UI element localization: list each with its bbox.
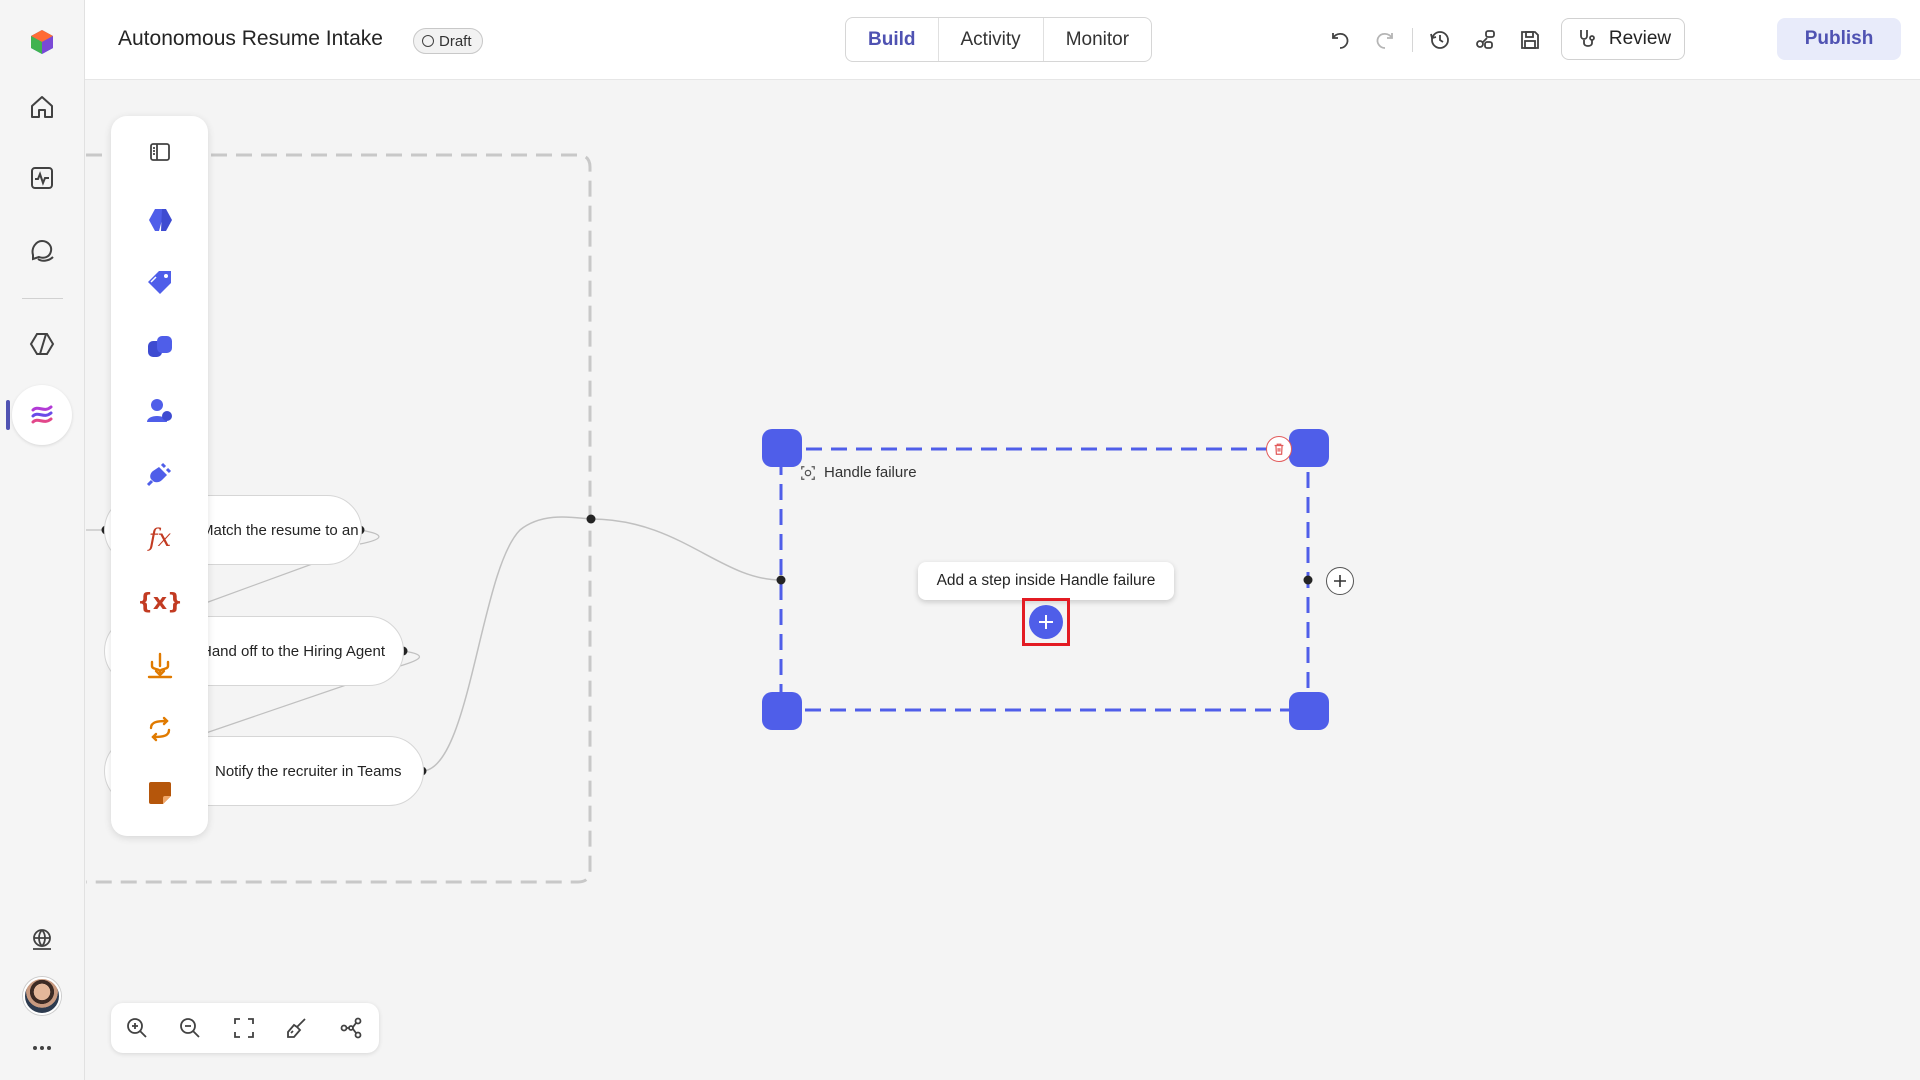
stethoscope-icon	[1579, 30, 1595, 47]
tab-activity[interactable]: Activity	[939, 18, 1044, 61]
chat-icon[interactable]	[18, 226, 66, 274]
zoom-out-icon[interactable]	[176, 1014, 204, 1042]
copilot-icon[interactable]	[138, 325, 182, 369]
node-label: Notify the recruiter in Teams	[215, 762, 402, 780]
page-title: Autonomous Resume Intake	[118, 27, 383, 50]
group-header: Handle failure	[800, 464, 917, 481]
group-scope-icon	[801, 465, 815, 480]
review-label: Review	[1608, 28, 1672, 49]
active-indicator	[6, 400, 10, 430]
publish-button[interactable]: Publish	[1777, 18, 1901, 60]
add-next-step-button[interactable]	[1326, 567, 1354, 595]
plus-icon	[1334, 575, 1346, 587]
zoom-in-icon[interactable]	[123, 1014, 151, 1042]
left-rail	[0, 0, 85, 1080]
app-logo-icon[interactable]	[18, 18, 66, 66]
status-badge: Draft	[413, 28, 483, 54]
loop-icon[interactable]	[138, 707, 182, 751]
node-label: Hand off to the Hiring Agent	[201, 642, 386, 660]
node-toolbox: fx {x}	[111, 116, 208, 836]
resize-handle-top-left[interactable]	[762, 429, 802, 467]
environment-icon[interactable]	[18, 916, 66, 964]
node-label: Match the resume to an open role	[201, 521, 361, 539]
connector-icon[interactable]	[138, 452, 182, 496]
plus-icon	[1029, 605, 1063, 639]
activity-icon[interactable]	[18, 154, 66, 202]
home-icon[interactable]	[18, 83, 66, 131]
clean-up-icon[interactable]	[283, 1014, 311, 1042]
resize-handle-bottom-left[interactable]	[762, 692, 802, 730]
delete-group-icon[interactable]	[1266, 436, 1292, 462]
more-icon[interactable]	[18, 1024, 66, 1072]
human-icon[interactable]	[138, 389, 182, 433]
status-label: Draft	[439, 32, 472, 50]
layout-icon[interactable]	[337, 1014, 365, 1042]
variable-icon[interactable]: {x}	[137, 580, 183, 624]
top-bar: Autonomous Resume Intake Draft Build Act…	[85, 0, 1920, 80]
note-icon[interactable]	[138, 771, 182, 815]
condition-icon[interactable]	[138, 643, 182, 687]
resize-handle-bottom-right[interactable]	[1289, 692, 1329, 730]
toolbar-divider	[1412, 28, 1413, 52]
undo-icon[interactable]	[1324, 24, 1356, 56]
connections-icon[interactable]	[1469, 24, 1501, 56]
status-dot-icon	[422, 35, 434, 47]
formula-icon[interactable]: fx	[138, 516, 182, 560]
add-step-button[interactable]	[1022, 598, 1070, 646]
resize-handle-top-right[interactable]	[1289, 429, 1329, 467]
canvas-controls	[111, 1003, 379, 1053]
history-icon[interactable]	[1424, 24, 1456, 56]
collapse-panel-icon[interactable]	[138, 130, 182, 174]
add-step-tooltip: Add a step inside Handle failure	[918, 562, 1174, 600]
redo-icon[interactable]	[1369, 24, 1401, 56]
fit-view-icon[interactable]	[230, 1014, 258, 1042]
agent-icon[interactable]	[138, 198, 182, 242]
flows-icon[interactable]	[12, 385, 72, 445]
tab-monitor[interactable]: Monitor	[1044, 18, 1151, 61]
avatar[interactable]	[23, 977, 61, 1015]
save-icon[interactable]	[1514, 24, 1546, 56]
view-tabs: Build Activity Monitor	[845, 17, 1153, 62]
review-button[interactable]: Review	[1561, 18, 1685, 60]
agents-icon[interactable]	[18, 320, 66, 368]
tag-icon[interactable]	[138, 261, 182, 305]
group-title: Handle failure	[824, 464, 917, 481]
rail-divider	[22, 298, 63, 299]
tab-build[interactable]: Build	[846, 18, 939, 61]
